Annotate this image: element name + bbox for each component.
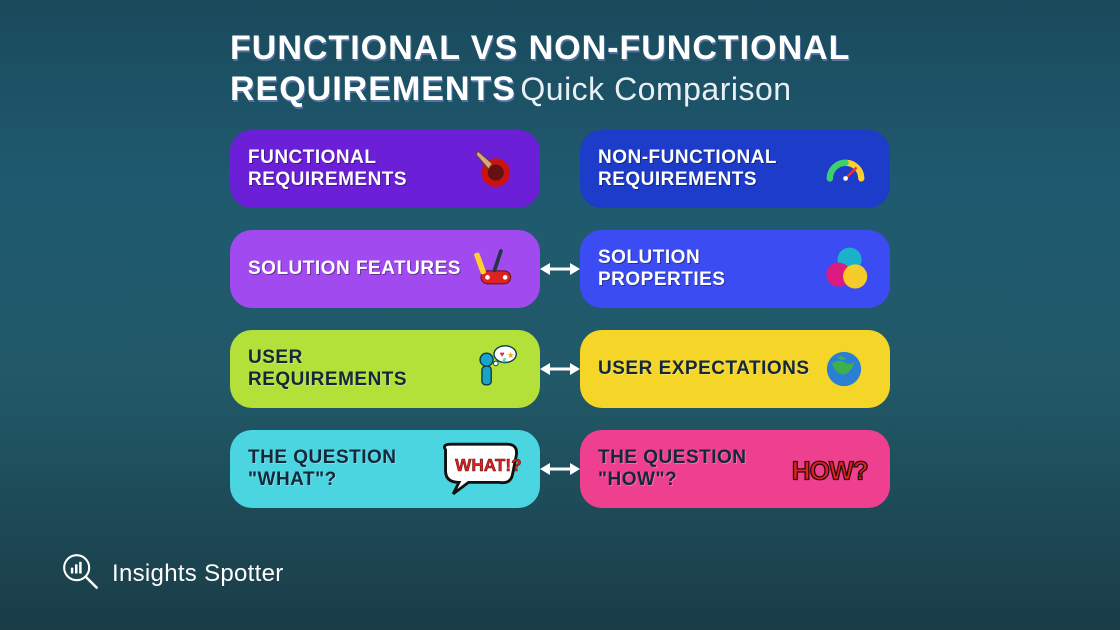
card-label: SOLUTION PROPERTIES (598, 247, 816, 291)
swiss-knife-icon (466, 241, 522, 297)
card-non-functional-requirements: NON-FUNCTIONAL REQUIREMENTS (580, 130, 890, 208)
what-speech-icon: WHAT!? (436, 441, 522, 497)
double-arrow-icon (540, 259, 580, 279)
svg-text:★: ★ (507, 350, 514, 360)
title-light: Quick Comparison (520, 71, 791, 107)
card-solution-properties: SOLUTION PROPERTIES (580, 230, 890, 308)
card-question-how: THE QUESTION "HOW"? HOW? (580, 430, 890, 508)
card-user-expectations: USER EXPECTATIONS (580, 330, 890, 408)
card-label: USER REQUIREMENTS (248, 347, 466, 391)
card-label: THE QUESTION "WHAT"? (248, 447, 436, 491)
card-solution-features: SOLUTION FEATURES (230, 230, 540, 308)
comparison-grid: FUNCTIONAL REQUIREMENTS NON-FUNCTIONAL R… (230, 130, 890, 508)
how-speech-icon: HOW? (788, 441, 872, 497)
title-block: FUNCTIONAL VS NON-FUNCTIONAL REQUIREMENT… (230, 28, 930, 110)
card-user-requirements: USER REQUIREMENTS ♥ ★ $ (230, 330, 540, 408)
card-label: SOLUTION FEATURES (248, 258, 461, 280)
card-label: FUNCTIONAL REQUIREMENTS (248, 147, 466, 191)
magnifier-chart-icon (60, 551, 100, 596)
brand-footer: Insights Spotter (60, 551, 284, 596)
title-bold-line2: REQUIREMENTS (230, 70, 516, 108)
card-label: THE QUESTION "HOW"? (598, 447, 788, 491)
how-speech-text: HOW? (792, 455, 868, 485)
double-arrow-icon (540, 359, 580, 379)
card-question-what: THE QUESTION "WHAT"? WHAT!? (230, 430, 540, 508)
person-thought-icon: ♥ ★ $ (466, 341, 522, 397)
globe-icon (816, 341, 872, 397)
svg-text:$: $ (502, 356, 506, 365)
title-bold-line1: FUNCTIONAL VS NON-FUNCTIONAL (230, 29, 850, 67)
card-label: NON-FUNCTIONAL REQUIREMENTS (598, 147, 816, 191)
button-press-icon (466, 141, 522, 197)
gauge-icon (816, 141, 872, 197)
brand-name: Insights Spotter (112, 560, 284, 588)
card-label: USER EXPECTATIONS (598, 358, 810, 380)
double-arrow-icon (540, 459, 580, 479)
venn-circles-icon (816, 241, 872, 297)
what-speech-text: WHAT!? (455, 455, 521, 475)
card-functional-requirements: FUNCTIONAL REQUIREMENTS (230, 130, 540, 208)
